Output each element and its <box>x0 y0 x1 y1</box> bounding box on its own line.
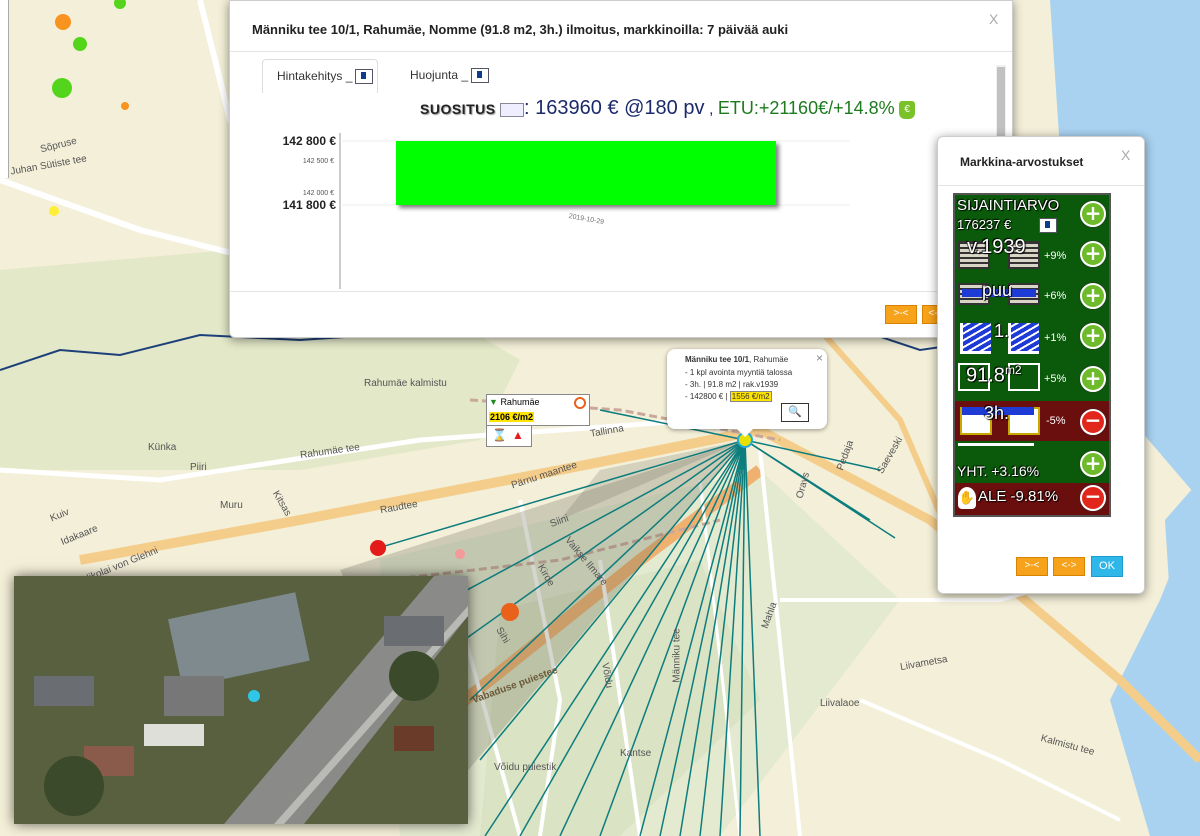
floor-icon <box>1008 323 1039 354</box>
street-label: Künka <box>148 442 177 453</box>
up-triangle-icon[interactable]: ▲ <box>512 428 524 442</box>
collapse-button[interactable]: >-< <box>1016 557 1048 576</box>
valuation-close-icon[interactable]: X <box>1121 147 1130 163</box>
year-pct: +9% <box>1044 250 1067 262</box>
add-button[interactable]: + <box>1080 451 1106 477</box>
left-panel-edge <box>0 0 9 178</box>
popup-price-m2: 1556 €/m2 <box>729 391 772 402</box>
street-label: Männiku tee <box>671 628 683 683</box>
floor-pct: +1% <box>1044 332 1067 344</box>
hand-icon <box>471 68 490 84</box>
hand-icon[interactable] <box>1039 218 1057 233</box>
street-label: Piiri <box>190 462 207 473</box>
remove-button[interactable]: − <box>1080 409 1106 435</box>
area: 91.8m2 <box>966 363 1022 388</box>
location-value-label: SIJAINTIARVO <box>957 197 1060 214</box>
add-button[interactable]: + <box>1080 323 1106 349</box>
material: puu <box>982 280 1013 300</box>
discount: ALE -9.81% <box>978 488 1059 505</box>
add-button[interactable]: + <box>1080 201 1106 227</box>
build-year: v.1939 <box>967 236 1026 258</box>
area-unit: m2 <box>1004 363 1022 377</box>
price-chart: 142 800 € 141 800 € 142 500 € 142 000 € 2019… <box>250 129 950 289</box>
collapse-button[interactable]: >-< <box>885 305 917 324</box>
bar[interactable] <box>396 141 776 205</box>
area-tools[interactable]: ⌛ ▲ <box>486 425 532 447</box>
hourglass-icon[interactable]: ⌛ <box>492 428 507 442</box>
separator: , <box>708 101 714 118</box>
area-price-label[interactable]: ▼ Rahumäe 2106 €/m2 <box>486 394 590 426</box>
valuation-dialog[interactable]: Markkina-arvostukset X SIJAINTIARVO 1762… <box>937 136 1145 594</box>
gauge-icon[interactable] <box>574 397 586 409</box>
aerial-photo <box>14 576 468 824</box>
magnifier-icon[interactable] <box>500 102 525 117</box>
chart-canvas: 142 800 € 141 800 € 142 500 € 142 000 € 2019… <box>283 133 850 289</box>
dialog-title: Männiku tee 10/1, Rahumäe, Nomme (91.8 m… <box>252 22 789 37</box>
property-popup[interactable]: Männiku tee 10/1, Rahumäe - 1 kpl avoint… <box>667 349 827 437</box>
total-adjustment: YHT. +3.16% <box>957 463 1040 479</box>
area-value: 91.8 <box>966 364 1005 387</box>
down-triangle-icon: ▼ <box>489 397 498 407</box>
add-button[interactable]: + <box>1080 283 1106 309</box>
popup-price: - 142800 € | <box>685 392 728 401</box>
street-label: Liivalaoe <box>820 698 860 709</box>
add-button[interactable]: + <box>1080 366 1106 392</box>
recommendation: SUOSITUS : 163960 € @180 pv , ETU:+21160… <box>420 97 916 120</box>
money-bag-icon: € <box>899 100 916 119</box>
listing-dialog[interactable]: Männiku tee 10/1, Rahumäe, Nomme (91.8 m… <box>229 0 1013 338</box>
location-value: 176237 € <box>957 217 1012 232</box>
street-label: Kantse <box>620 748 652 759</box>
floor: 1. <box>994 321 1010 341</box>
tab-label: Hintakehitys <box>277 69 343 83</box>
y-tick-label: 141 800 € <box>283 198 337 212</box>
popup-line: - 1 kpl avointa myyntiä talossa <box>685 368 793 377</box>
y-minor-tick-label: 142 500 € <box>303 158 334 165</box>
y-minor-tick-label: 142 000 € <box>303 190 334 197</box>
recommendation-value: : 163960 € @180 pv <box>524 97 705 119</box>
etu-value: ETU:+21160€/+14.8% <box>717 98 895 118</box>
street-label: Võidu puiestik <box>494 762 557 773</box>
dialog-close-icon[interactable]: X <box>989 11 998 27</box>
area-price: 2106 €/m2 <box>489 412 535 422</box>
hand-stop-icon: ✋ <box>958 487 976 509</box>
rooms-pct: -5% <box>1046 415 1066 427</box>
popup-line: - 3h. | 91.8 m2 | rak.v1939 <box>685 380 779 389</box>
y-tick-label: 142 800 € <box>283 134 337 148</box>
street-label: Muru <box>220 500 243 511</box>
expand-button[interactable]: <-> <box>1053 557 1085 576</box>
popup-area: , Rahumäe <box>749 355 789 364</box>
x-tick-label: 2019-10-29 <box>568 213 605 226</box>
valuation-title: Markkina-arvostukset <box>960 155 1084 169</box>
material-pct: +6% <box>1044 290 1067 302</box>
popup-close-icon[interactable]: × <box>816 351 823 365</box>
area-name: Rahumäe <box>500 397 540 407</box>
tab-huojunta[interactable]: Huojunta _ <box>396 59 506 93</box>
popup-title: Männiku tee 10/1 <box>685 355 750 364</box>
ok-button[interactable]: OK <box>1091 556 1123 577</box>
area-pct: +5% <box>1044 373 1067 385</box>
zoom-icon[interactable]: 🔍 <box>781 403 809 422</box>
floor-icon <box>960 323 991 354</box>
remove-button[interactable]: − <box>1080 485 1106 511</box>
rooms: 3h. <box>984 403 1010 423</box>
hand-icon <box>355 69 374 85</box>
add-button[interactable]: + <box>1080 241 1106 267</box>
recommendation-label: SUOSITUS <box>420 101 496 117</box>
cemetery-label: Rahumäe kalmistu <box>364 378 447 389</box>
tab-label: Huojunta <box>410 68 459 82</box>
tab-hintakehitys[interactable]: Hintakehitys _ <box>262 59 378 93</box>
